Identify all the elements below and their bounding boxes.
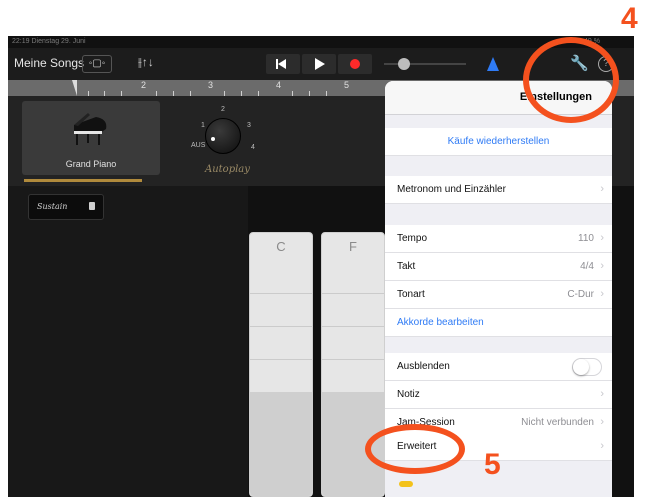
jam-session-value: Nicht verbunden [521,417,594,428]
restore-purchases-row[interactable]: Käufe wiederherstellen [385,128,612,156]
takt-row[interactable]: Takt 4/4 › [385,253,612,281]
strip-divider [322,293,384,294]
tempo-row[interactable]: Tempo 110 › [385,225,612,253]
ruler-mark: 2 [141,80,147,90]
takt-value: 4/4 [580,261,594,272]
annotation-number-5: 5 [484,448,501,481]
playhead-icon[interactable] [72,80,77,96]
chord-strip-c[interactable]: C [249,232,313,497]
annotation-circle-step-4 [523,37,619,123]
rewind-button[interactable] [266,54,300,74]
chevron-right-icon: › [600,440,604,452]
edit-chords-link[interactable]: Akkorde bearbeiten [397,317,484,328]
tonart-value: C-Dur [567,289,594,300]
volume-slider[interactable] [384,63,466,65]
instrument-name: Grand Piano [65,159,117,169]
chord-label: F [349,239,357,254]
autoplay-pos-3: 3 [247,122,251,129]
autoplay-pos-2: 2 [221,106,225,113]
instrument-divider [24,179,142,182]
toggle-knob [573,359,589,375]
strip-divider [250,359,312,360]
strip-divider [322,326,384,327]
autoplay-control: AUS 1 2 3 4 Autoplay [183,102,273,182]
restore-purchases-link[interactable]: Käufe wiederherstellen [385,136,612,147]
tempo-value: 110 [578,233,594,244]
autoplay-pos-1: 1 [201,122,205,129]
metronome-label: Metronom und Einzähler [397,184,506,195]
play-button[interactable] [302,54,336,74]
fade-out-toggle[interactable] [572,358,602,376]
tempo-label: Tempo [397,233,428,244]
record-button[interactable] [338,54,372,74]
chevron-right-icon: › [600,183,604,195]
my-songs-button[interactable]: Meine Songs [14,56,84,70]
view-toggle-icon[interactable]: ◦▢◦ [82,55,112,73]
record-icon [350,59,360,69]
chevron-right-icon: › [600,388,604,400]
takt-label: Takt [397,261,416,272]
strip-divider [322,359,384,360]
yellow-indicator [399,481,413,487]
strip-divider [250,326,312,327]
tonart-label: Tonart [397,289,425,300]
ruler-mark: 3 [208,80,214,90]
play-icon [315,58,325,70]
chevron-right-icon: › [600,232,604,244]
grand-piano-icon [74,113,107,145]
sustain-button[interactable]: Sustain [28,194,104,220]
volume-slider-knob[interactable] [398,58,410,70]
chord-background [8,186,248,497]
chevron-right-icon: › [600,260,604,272]
ruler-mark: 5 [344,80,350,90]
autoplay-pos-off: AUS [191,142,206,149]
ruler-mark: 4 [276,80,282,90]
metronome-icon[interactable] [487,57,499,71]
metronome-row[interactable]: Metronom und Einzähler › [385,176,612,204]
chord-label: C [276,239,286,254]
fade-out-label: Ausblenden [397,361,450,372]
knob-indicator [211,137,215,141]
chevron-right-icon: › [600,288,604,300]
chord-strip-lower[interactable] [250,392,312,496]
annotation-circle-step-5 [365,424,465,474]
annotation-number-4: 4 [621,2,638,35]
autoplay-knob[interactable] [205,118,241,154]
edit-chords-row[interactable]: Akkorde bearbeiten [385,309,612,337]
chevron-right-icon: › [600,416,604,428]
tonart-row[interactable]: Tonart C-Dur › [385,281,612,309]
strip-divider [250,293,312,294]
rewind-icon [278,59,286,69]
instrument-selector[interactable]: Grand Piano [22,101,160,175]
mixer-icon[interactable]: ⫲↑↓ [138,55,154,70]
status-time: 22:19 Dienstag 29. Juni [12,38,86,45]
fade-out-row: Ausblenden [385,353,612,381]
lock-icon [89,202,95,210]
sustain-label: Sustain [37,202,68,211]
note-row[interactable]: Notiz › [385,381,612,409]
note-label: Notiz [397,389,420,400]
autoplay-pos-4: 4 [251,144,255,151]
autoplay-label: Autoplay [205,164,250,175]
